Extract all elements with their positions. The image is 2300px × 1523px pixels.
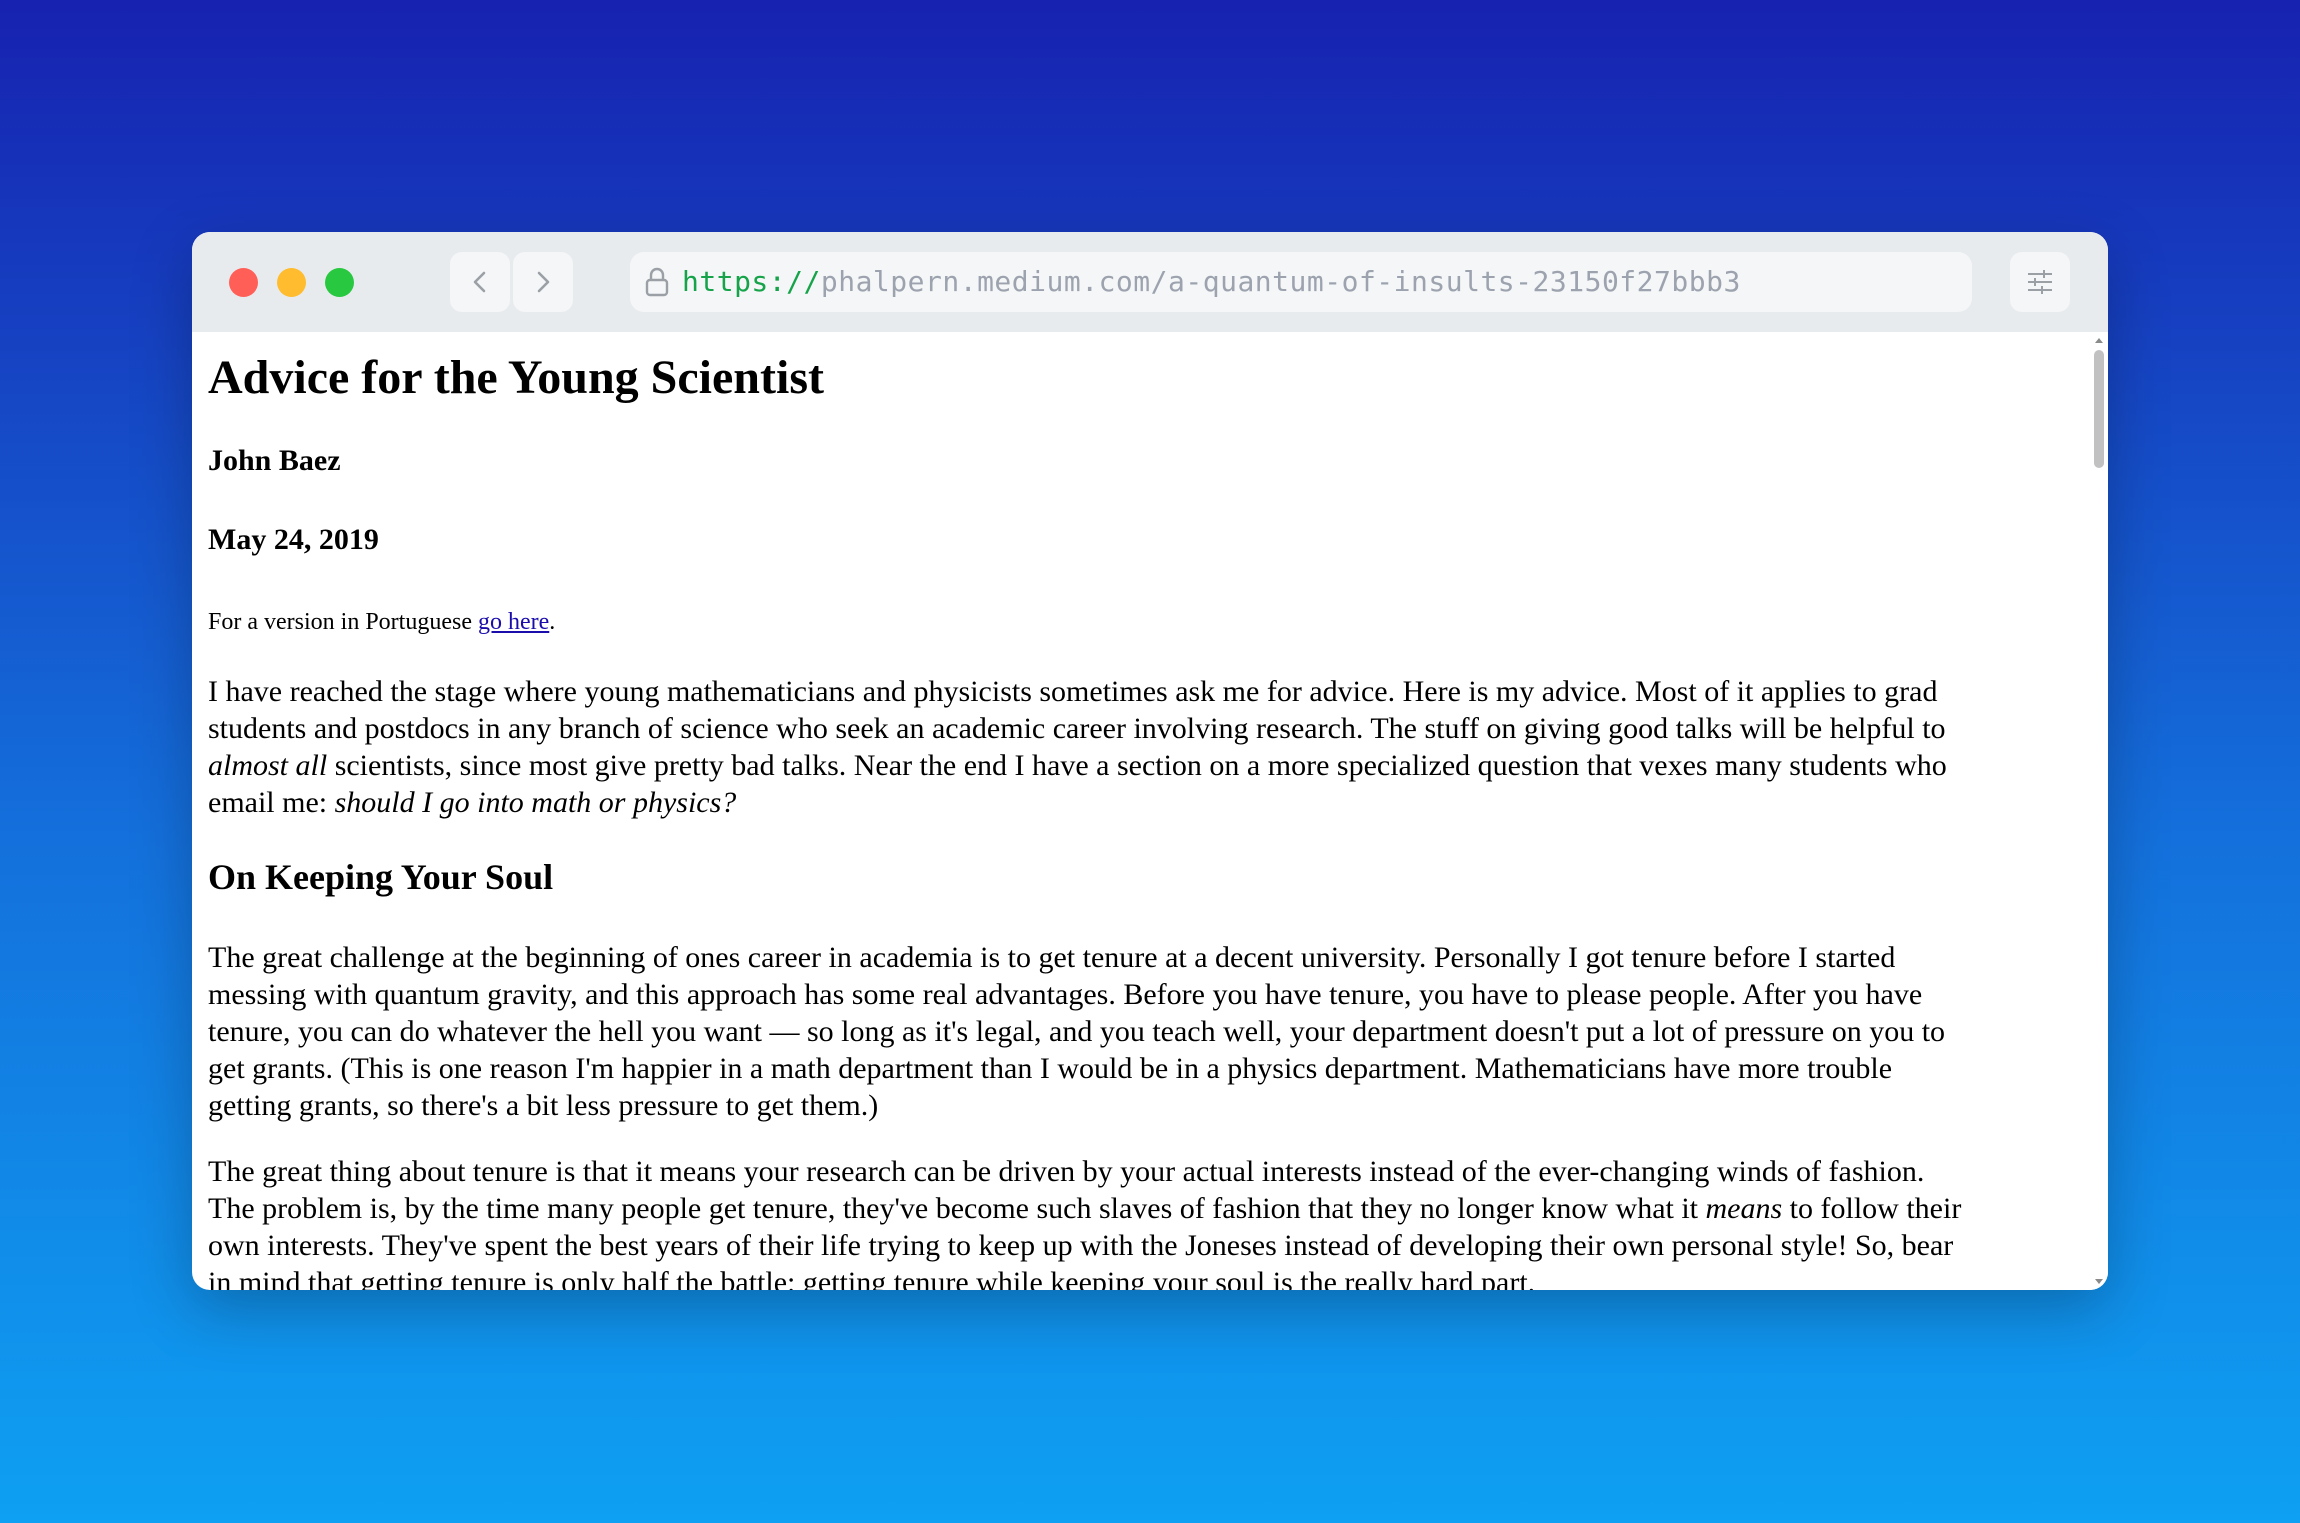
paragraph-line: The great thing about tenure is that it … <box>208 1155 1925 1188</box>
address-bar[interactable]: https://phalpern.medium.com/a-quantum-of… <box>630 252 1972 312</box>
paragraph-line: The problem is, by the time many people … <box>208 1190 2076 1227</box>
forward-button[interactable] <box>513 252 573 312</box>
intro-emphasis: almost all <box>208 749 328 782</box>
portuguese-note-period: . <box>549 609 556 635</box>
paragraph-line: get grants. (This is one reason I'm happ… <box>208 1052 1893 1085</box>
article-author: John Baez <box>208 444 341 477</box>
url-scheme: https:// <box>682 265 821 298</box>
article-date: May 24, 2019 <box>208 523 379 556</box>
maximize-window-button[interactable] <box>325 268 354 297</box>
paragraph-line: own interests. They've spent the best ye… <box>208 1229 1954 1262</box>
intro-line: I have reached the stage where young mat… <box>208 675 1938 708</box>
page-content[interactable]: Advice for the Young Scientist John Baez… <box>192 332 2090 1290</box>
body-paragraph-1: The great challenge at the beginning of … <box>208 939 2076 1124</box>
minimize-window-button[interactable] <box>277 268 306 297</box>
paragraph-line-text: The problem is, by the time many people … <box>208 1192 1706 1225</box>
section-heading: On Keeping Your Soul <box>208 857 554 897</box>
intro-question: should I go into math or physics? <box>334 786 737 819</box>
paragraph-line-text: to follow their <box>1782 1192 1962 1225</box>
paragraph-line: in mind that getting tenure is only half… <box>208 1266 1536 1290</box>
article-title: Advice for the Young Scientist <box>208 351 824 404</box>
paragraph-emphasis: means <box>1705 1192 1783 1225</box>
body-paragraph-2-visible: The great thing about tenure is that it … <box>208 1153 2076 1290</box>
paragraph-line: The great challenge at the beginning of … <box>208 941 1896 974</box>
paragraph-line: getting grants, so there's a bit less pr… <box>208 1089 879 1122</box>
intro-line: almost all scientists, since most give p… <box>208 747 2076 784</box>
chevron-right-icon <box>537 271 550 293</box>
scroll-up-arrow-icon[interactable] <box>2095 338 2103 343</box>
portuguese-note: For a version in Portuguese go here. <box>208 609 555 636</box>
intro-line-text: scientists, since most give pretty bad t… <box>327 749 1947 782</box>
paragraph-line: messing with quantum gravity, and this a… <box>208 978 1923 1011</box>
paragraph-line: tenure, you can do whatever the hell you… <box>208 1015 1946 1048</box>
lock-icon <box>645 267 669 297</box>
intro-line: email me: should I go into math or physi… <box>208 784 2076 821</box>
close-window-button[interactable] <box>229 268 258 297</box>
intro-line: students and postdocs in any branch of s… <box>208 712 1946 745</box>
sliders-icon <box>2028 270 2052 294</box>
browser-window: https://phalpern.medium.com/a-quantum-of… <box>192 232 2108 1290</box>
url-text: https://phalpern.medium.com/a-quantum-of… <box>682 265 1741 298</box>
url-path: phalpern.medium.com/a-quantum-of-insults… <box>820 265 1741 298</box>
back-button[interactable] <box>450 252 510 312</box>
intro-line-text: email me: <box>208 786 335 819</box>
portuguese-version-link[interactable]: go here <box>478 609 549 635</box>
intro-paragraph: I have reached the stage where young mat… <box>208 673 2076 821</box>
portuguese-note-text: For a version in Portuguese <box>208 609 478 635</box>
vertical-scrollbar[interactable] <box>2090 332 2108 1290</box>
scroll-down-arrow-icon[interactable] <box>2095 1279 2103 1284</box>
scrollbar-thumb[interactable] <box>2094 350 2104 468</box>
browser-toolbar: https://phalpern.medium.com/a-quantum-of… <box>192 232 2108 332</box>
chevron-left-icon <box>473 271 486 293</box>
navigation-buttons <box>450 252 573 312</box>
settings-button[interactable] <box>2010 252 2070 312</box>
